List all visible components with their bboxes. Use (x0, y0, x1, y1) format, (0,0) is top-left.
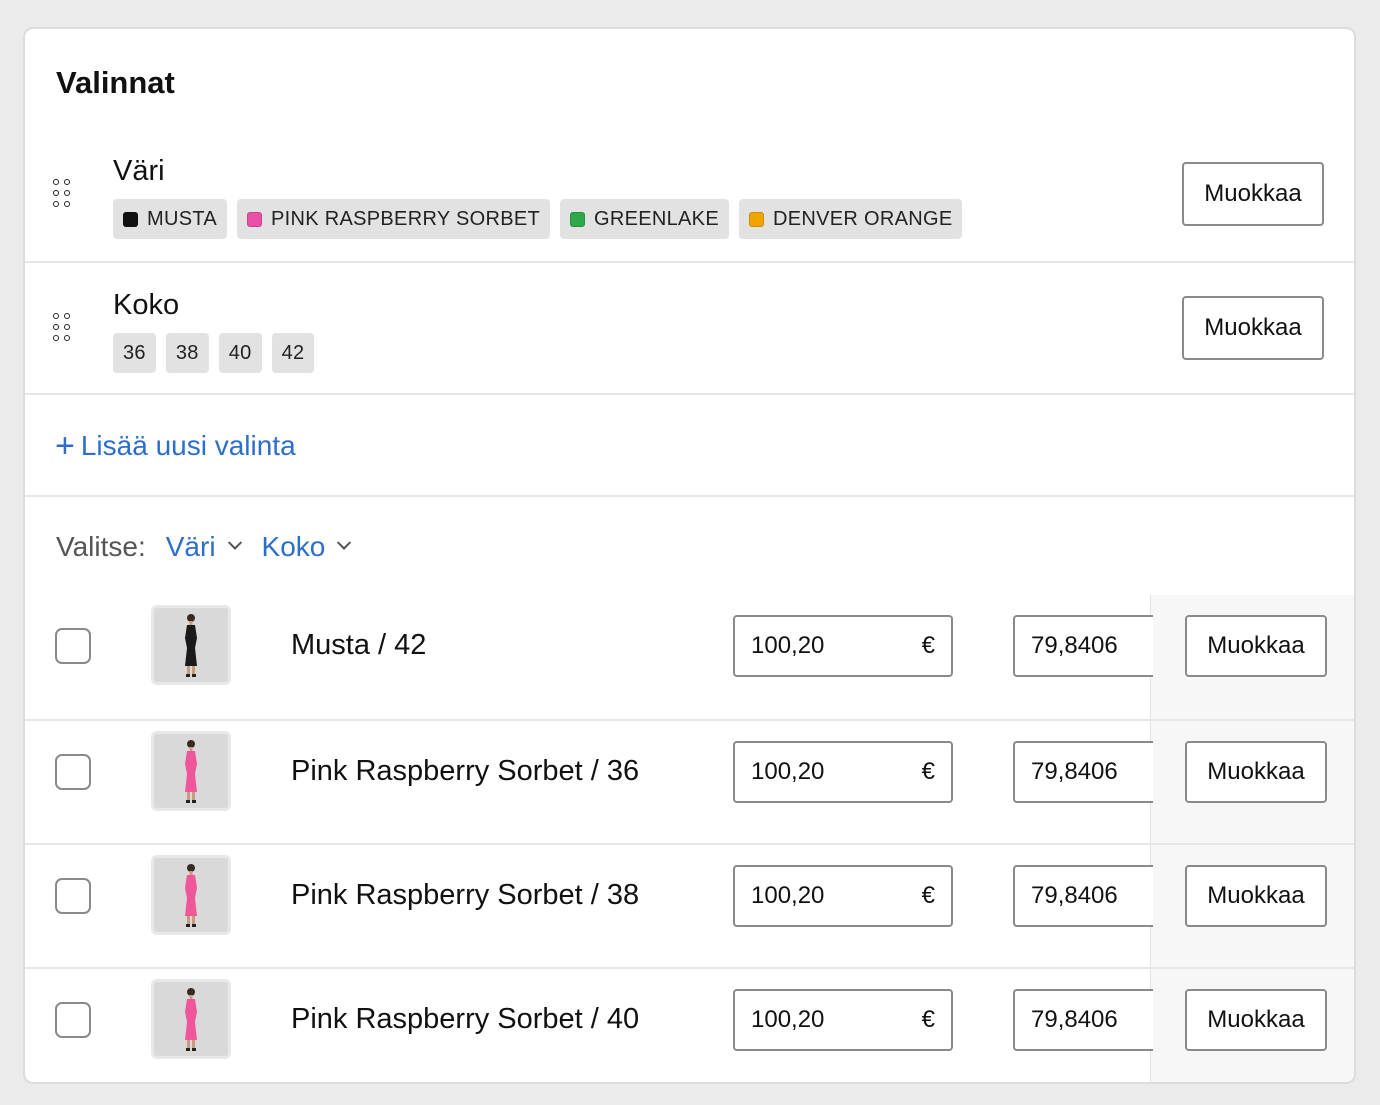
price-input[interactable]: 100,20 € (733, 865, 953, 927)
variant-checkbox[interactable] (55, 878, 91, 914)
currency-symbol: € (921, 1006, 935, 1033)
variant-checkbox[interactable] (55, 1002, 91, 1038)
color-swatch (123, 211, 138, 227)
filter-label: Valitse: (56, 531, 146, 562)
value-tag: PINK RASPBERRY SORBET (237, 199, 550, 239)
price-value: 100,20 (751, 758, 825, 785)
option-values: MUSTA PINK RASPBERRY SORBET GREENLAKE DE… (113, 199, 963, 239)
variant-name: Pink Raspberry Sorbet / 40 (291, 1003, 640, 1035)
plus-icon: + (55, 427, 75, 465)
cost-input[interactable]: 79,8406 (1013, 615, 1153, 677)
edit-option-button[interactable]: Muokkaa (1182, 162, 1324, 226)
price-input[interactable]: 100,20 € (733, 615, 953, 677)
edit-option-button[interactable]: Muokkaa (1182, 296, 1324, 360)
color-swatch (748, 211, 764, 227)
option-name: Väri (113, 155, 165, 187)
edit-variant-button[interactable]: Muokkaa (1185, 741, 1327, 803)
add-option-link[interactable]: + Lisää uusi valinta (55, 429, 296, 463)
variant-thumbnail (151, 855, 231, 935)
price-input[interactable]: 100,20 € (733, 741, 953, 803)
filter-color-dropdown[interactable]: Väri (166, 531, 242, 563)
currency-symbol: € (921, 882, 935, 909)
variant-row: Musta / 42 100,20 € 79,8406 Muokkaa (25, 595, 1354, 719)
value-tag: DENVER ORANGE (738, 199, 963, 239)
variant-checkbox[interactable] (55, 628, 91, 664)
options-card: Valinnat Väri MUSTA PINK RASPBERRY SORBE… (23, 27, 1356, 1084)
option-row-color: Väri MUSTA PINK RASPBERRY SORBET GREENLA… (25, 129, 1354, 261)
price-value: 100,20 (751, 632, 825, 659)
price-value: 100,20 (751, 1006, 825, 1033)
price-input[interactable]: 100,20 € (733, 989, 953, 1051)
variant-row: Pink Raspberry Sorbet / 40 100,20 € 79,8… (25, 967, 1354, 1082)
variant-name: Musta / 42 (291, 629, 427, 661)
cost-input[interactable]: 79,8406 (1013, 989, 1153, 1051)
drag-handle-icon[interactable] (53, 313, 73, 345)
option-values: 36 38 40 42 (113, 333, 315, 373)
variant-thumbnail (151, 979, 231, 1059)
value-tag: 42 (271, 333, 315, 373)
variant-thumbnail (151, 605, 231, 685)
color-swatch (247, 211, 263, 227)
value-tag: 40 (218, 333, 262, 373)
variant-row: Pink Raspberry Sorbet / 36 100,20 € 79,8… (25, 719, 1354, 843)
option-row-size: Koko 36 38 40 42 Muokkaa (25, 261, 1354, 393)
section-title: Valinnat (56, 65, 175, 100)
variant-filter-bar: Valitse: Väri Koko (56, 531, 371, 563)
dress-image (154, 608, 228, 682)
filter-size-dropdown[interactable]: Koko (262, 531, 352, 563)
chevron-down-icon (227, 535, 242, 550)
variant-thumbnail (151, 731, 231, 811)
edit-variant-button[interactable]: Muokkaa (1185, 865, 1327, 927)
cost-input[interactable]: 79,8406 (1013, 865, 1153, 927)
dress-image (154, 982, 228, 1056)
value-tag: MUSTA (113, 199, 228, 239)
currency-symbol: € (921, 758, 935, 785)
color-swatch (570, 211, 585, 227)
price-value: 100,20 (751, 882, 825, 909)
currency-symbol: € (921, 632, 935, 659)
edit-variant-button[interactable]: Muokkaa (1185, 615, 1327, 677)
cost-input[interactable]: 79,8406 (1013, 741, 1153, 803)
option-name: Koko (113, 289, 180, 321)
dress-image (154, 734, 228, 808)
variant-name: Pink Raspberry Sorbet / 36 (291, 755, 640, 787)
chevron-down-icon (337, 535, 352, 550)
variant-row: Pink Raspberry Sorbet / 38 100,20 € 79,8… (25, 843, 1354, 967)
value-tag: 38 (165, 333, 209, 373)
dress-image (154, 858, 228, 932)
value-tag: 36 (113, 333, 156, 373)
add-option-row: + Lisää uusi valinta (25, 393, 1354, 497)
add-option-label: Lisää uusi valinta (80, 430, 296, 461)
variant-name: Pink Raspberry Sorbet / 38 (291, 879, 640, 911)
variant-checkbox[interactable] (55, 754, 91, 790)
edit-variant-button[interactable]: Muokkaa (1185, 989, 1327, 1051)
value-tag: GREENLAKE (560, 199, 729, 239)
drag-handle-icon[interactable] (53, 179, 73, 211)
